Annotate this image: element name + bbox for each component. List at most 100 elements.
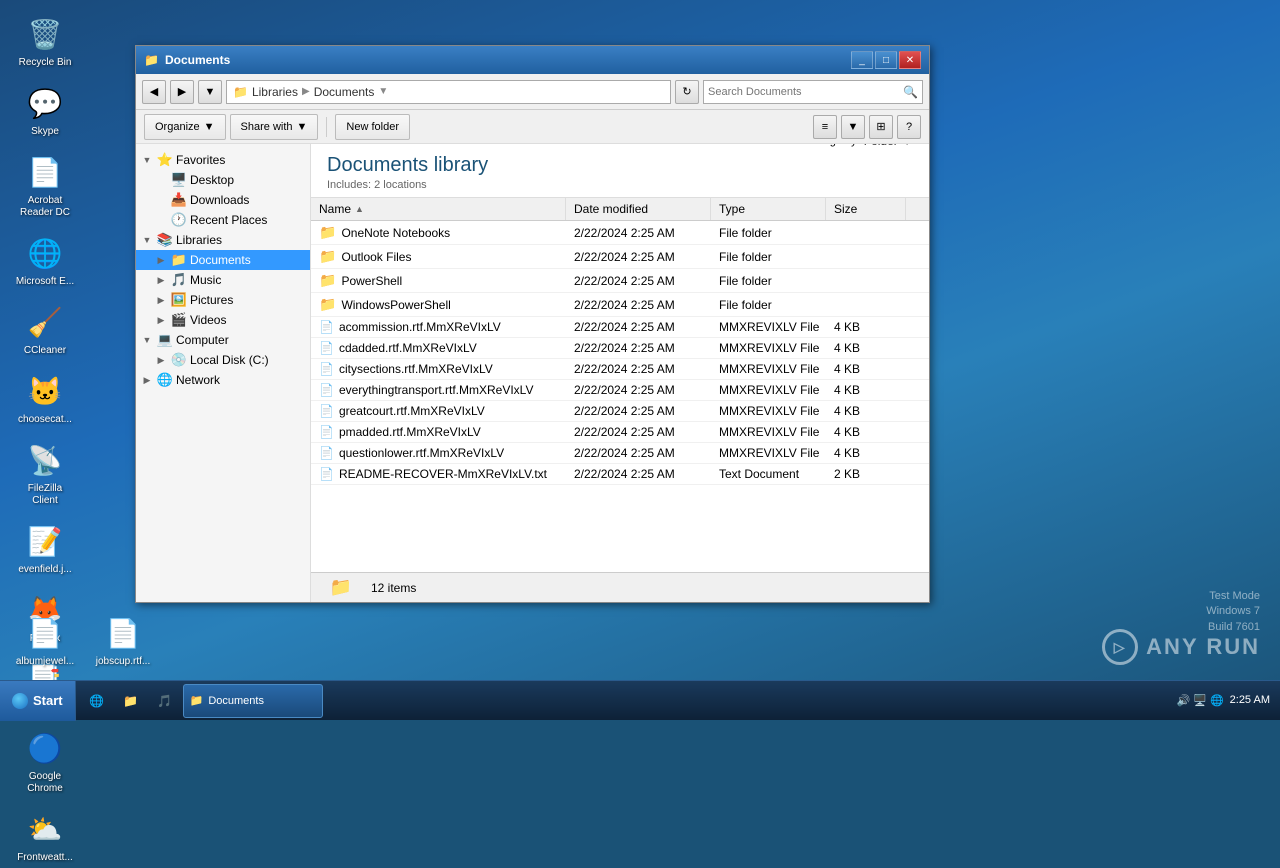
file-date-cell: 2/22/2024 2:25 AM	[566, 380, 711, 400]
file-icon-row: 📄	[319, 320, 334, 334]
search-input[interactable]	[708, 86, 903, 98]
taskbar-ie-icon[interactable]: 🌐	[81, 685, 113, 717]
desktop-icon-acrobat[interactable]: 📄 Acrobat Reader DC	[10, 148, 80, 223]
column-header-type[interactable]: Type	[711, 198, 826, 220]
table-row[interactable]: 📄 pmadded.rtf.MmXReVIxLV 2/22/2024 2:25 …	[311, 422, 929, 443]
skype-label: Skype	[31, 126, 59, 138]
videos-label: Videos	[190, 313, 226, 327]
table-row[interactable]: 📁 PowerShell 2/22/2024 2:25 AM File fold…	[311, 269, 929, 293]
file-type-cell: File folder	[711, 247, 826, 267]
desktop-label: Desktop	[190, 173, 234, 187]
desktop-icon-ccleaner[interactable]: 🧹 CCleaner	[10, 298, 80, 361]
window-title-text: Documents	[165, 53, 230, 67]
new-folder-button[interactable]: New folder	[335, 114, 410, 140]
search-box[interactable]: 🔍	[703, 80, 923, 104]
table-row[interactable]: 📄 citysections.rtf.MmXReVIxLV 2/22/2024 …	[311, 359, 929, 380]
bottom-file-albumjewel[interactable]: 📄 albumjewel...	[10, 609, 80, 672]
taskbar-explorer-active[interactable]: 📁 Documents	[183, 684, 323, 718]
back-button[interactable]: ◀	[142, 80, 166, 104]
desktop-icon-evenfield[interactable]: 📝 evenfield.j...	[10, 517, 80, 580]
column-header-date[interactable]: Date modified	[566, 198, 711, 220]
preview-pane-button[interactable]: ⊞	[869, 115, 893, 139]
new-folder-label: New folder	[346, 121, 399, 133]
file-date-cell: 2/22/2024 2:25 AM	[566, 443, 711, 463]
filezilla-label: FileZilla Client	[14, 483, 76, 507]
taskbar-media-icon[interactable]: 🎵	[149, 685, 181, 717]
desktop-icon-microsoft-edge[interactable]: 🌐 Microsoft E...	[10, 229, 80, 292]
table-row[interactable]: 📁 OneNote Notebooks 2/22/2024 2:25 AM Fi…	[311, 221, 929, 245]
sidebar-item-pictures[interactable]: ▶ 🖼️ Pictures	[136, 290, 310, 310]
desktop-icon-frontweather[interactable]: ⛅ Frontweatt...	[10, 805, 80, 868]
desktop-icon-skype[interactable]: 💬 Skype	[10, 79, 80, 142]
address-path[interactable]: 📁 Libraries ▶ Documents ▼	[226, 80, 671, 104]
libraries-header[interactable]: ▼ 📚 Libraries	[136, 230, 310, 250]
organize-button[interactable]: Organize ▼	[144, 114, 226, 140]
test-mode-label: Test Mode	[1206, 589, 1260, 604]
content-area: ▼ ⭐ Favorites 🖥️ Desktop 📥 Downloads 🕐	[136, 144, 929, 602]
close-button[interactable]: ✕	[899, 51, 921, 69]
table-row[interactable]: 📁 WindowsPowerShell 2/22/2024 2:25 AM Fi…	[311, 293, 929, 317]
view-toggle-button[interactable]: ≡	[813, 115, 837, 139]
table-row[interactable]: 📄 acommission.rtf.MmXReVIxLV 2/22/2024 2…	[311, 317, 929, 338]
sidebar-item-local-disk[interactable]: ▶ 💿 Local Disk (C:)	[136, 350, 310, 370]
path-dropdown-arrow: ▼	[378, 86, 388, 97]
table-row[interactable]: 📄 cdadded.rtf.MmXReVIxLV 2/22/2024 2:25 …	[311, 338, 929, 359]
file-date-cell: 2/22/2024 2:25 AM	[566, 317, 711, 337]
file-rows-container: 📁 OneNote Notebooks 2/22/2024 2:25 AM Fi…	[311, 221, 929, 485]
file-type-cell: MMXREVIXLV File	[711, 338, 826, 358]
start-button[interactable]: Start	[0, 681, 76, 721]
path-documents[interactable]: Documents	[314, 85, 375, 99]
taskbar-folder-icon[interactable]: 📁	[115, 685, 147, 717]
local-disk-expand-icon: ▶	[154, 353, 168, 367]
desktop-icon-tree: 🖥️	[171, 172, 187, 188]
desktop-icon-filezilla[interactable]: 📡 FileZilla Client	[10, 436, 80, 511]
windows-version-label: Windows 7	[1206, 604, 1260, 619]
sidebar-item-documents[interactable]: ▶ 📁 Documents	[136, 250, 310, 270]
forward-button[interactable]: ▶	[170, 80, 194, 104]
share-with-button[interactable]: Share with ▼	[230, 114, 319, 140]
desktop-icon-choosecat[interactable]: 🐱 choosecat...	[10, 367, 80, 430]
view-dropdown-button[interactable]: ▼	[841, 115, 865, 139]
table-row[interactable]: 📄 README-RECOVER-MmXReVIxLV.txt 2/22/202…	[311, 464, 929, 485]
sidebar-item-music[interactable]: ▶ 🎵 Music	[136, 270, 310, 290]
table-row[interactable]: 📄 everythingtransport.rtf.MmXReVIxLV 2/2…	[311, 380, 929, 401]
file-type-cell: MMXREVIXLV File	[711, 443, 826, 463]
search-icon[interactable]: 🔍	[903, 85, 918, 99]
sidebar-item-desktop[interactable]: 🖥️ Desktop	[136, 170, 310, 190]
minimize-button[interactable]: _	[851, 51, 873, 69]
arrange-dropdown-button[interactable]: Folder ▼	[864, 144, 913, 148]
taskbar-right: 🔊 🖥️ 🌐 2:25 AM	[1166, 693, 1280, 708]
computer-label: Computer	[176, 333, 229, 347]
table-row[interactable]: 📁 Outlook Files 2/22/2024 2:25 AM File f…	[311, 245, 929, 269]
desktop-icon-chrome[interactable]: 🔵 Google Chrome	[10, 724, 80, 799]
microsoft-edge-icon: 🌐	[25, 233, 65, 273]
maximize-button[interactable]: □	[875, 51, 897, 69]
column-header-name[interactable]: Name ▲	[311, 198, 566, 220]
bottom-file-jobscup[interactable]: 📄 jobscup.rtf...	[88, 609, 158, 672]
address-bar: ◀ ▶ ▼ 📁 Libraries ▶ Documents ▼ ↻ 🔍	[136, 74, 929, 110]
sidebar-item-downloads[interactable]: 📥 Downloads	[136, 190, 310, 210]
file-icon-row: 📄	[319, 404, 334, 418]
path-libraries[interactable]: Libraries	[252, 85, 298, 99]
favorites-header[interactable]: ▼ ⭐ Favorites	[136, 150, 310, 170]
column-header-size[interactable]: Size	[826, 198, 906, 220]
recent-locations-button[interactable]: ▼	[198, 80, 222, 104]
help-button[interactable]: ?	[897, 115, 921, 139]
sidebar-item-network[interactable]: ▶ 🌐 Network	[136, 370, 310, 390]
file-type-cell: MMXREVIXLV File	[711, 401, 826, 421]
refresh-button[interactable]: ↻	[675, 80, 699, 104]
file-type-cell: MMXREVIXLV File	[711, 317, 826, 337]
pictures-label: Pictures	[190, 293, 233, 307]
file-name-cell: 📄 greatcourt.rtf.MmXReVIxLV	[311, 401, 566, 421]
sidebar-item-recent-places[interactable]: 🕐 Recent Places	[136, 210, 310, 230]
file-size-cell	[826, 278, 906, 284]
recent-icon: 🕐	[171, 212, 187, 228]
computer-header[interactable]: ▼ 💻 Computer	[136, 330, 310, 350]
desktop-icon-recycle-bin[interactable]: 🗑️ Recycle Bin	[10, 10, 80, 73]
file-name-cell: 📁 OneNote Notebooks	[311, 221, 566, 244]
sidebar-item-videos[interactable]: ▶ 🎬 Videos	[136, 310, 310, 330]
table-row[interactable]: 📄 questionlower.rtf.MmXReVIxLV 2/22/2024…	[311, 443, 929, 464]
network-icon: 🌐	[157, 372, 173, 388]
table-row[interactable]: 📄 greatcourt.rtf.MmXReVIxLV 2/22/2024 2:…	[311, 401, 929, 422]
window-title-area: 📁 Documents	[144, 53, 230, 67]
